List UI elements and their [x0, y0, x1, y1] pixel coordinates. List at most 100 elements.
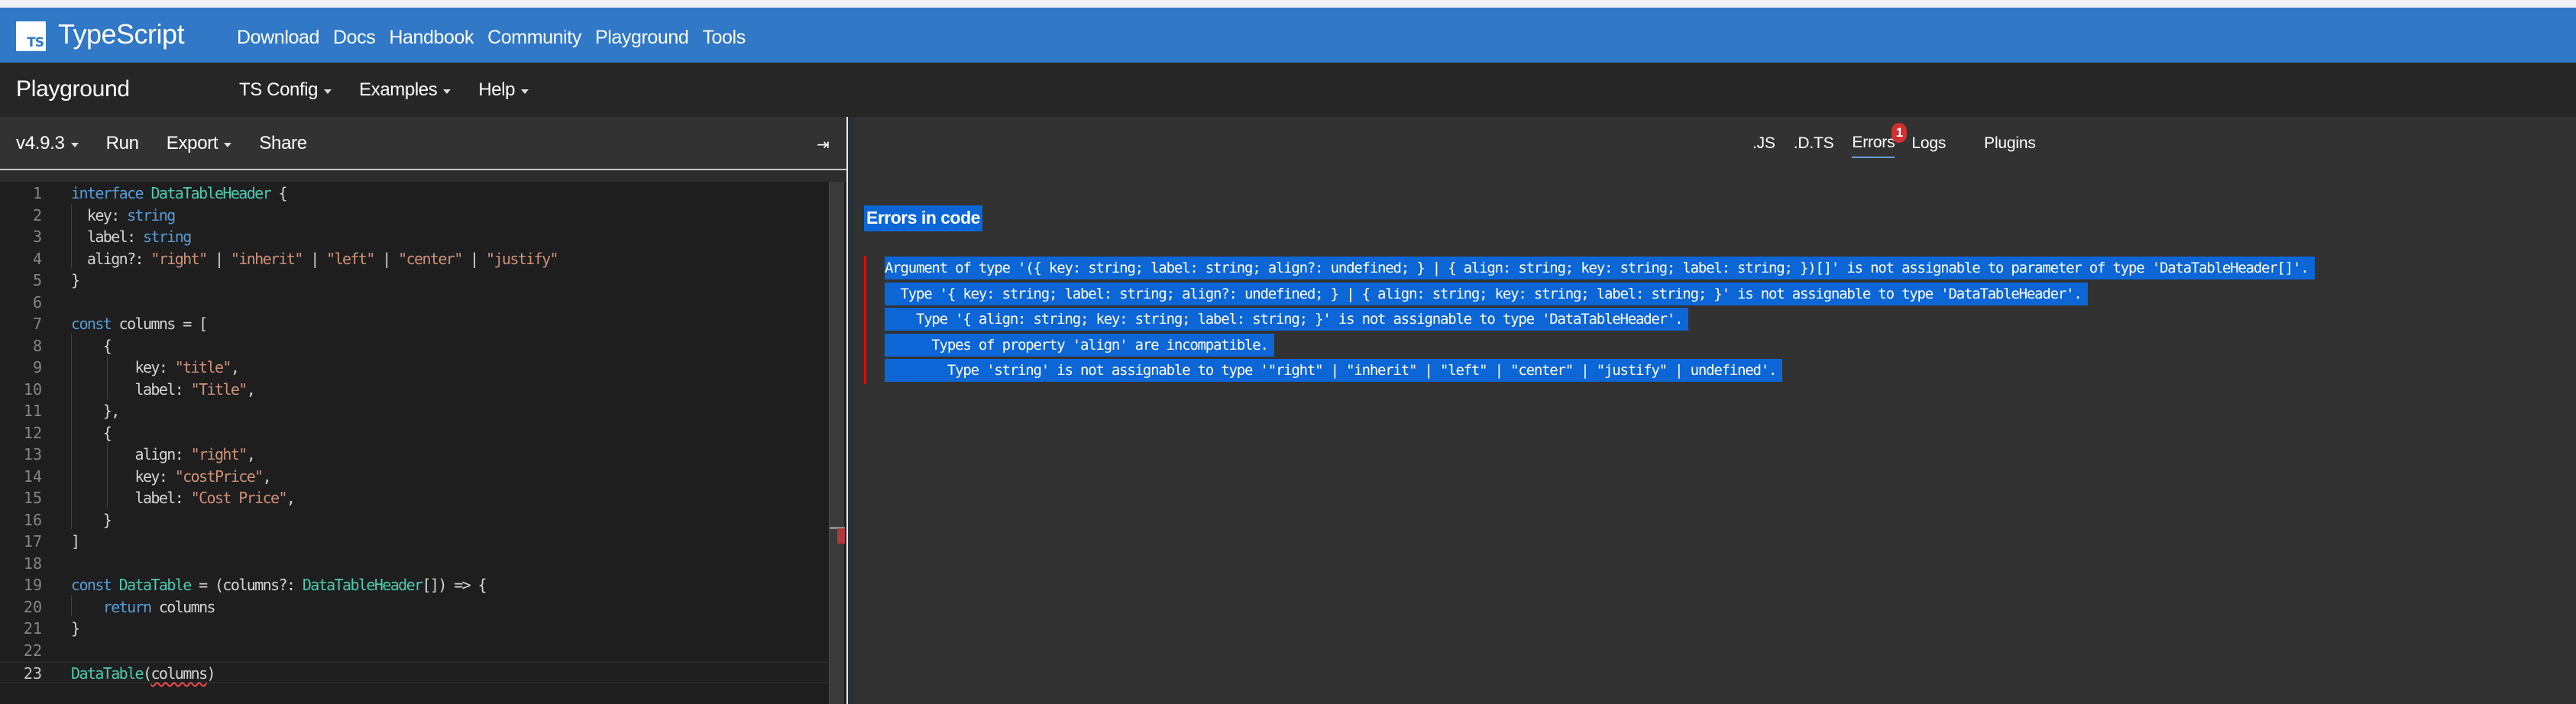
line-number: 9: [32, 358, 42, 376]
code-line[interactable]: 13 align: "right",: [0, 444, 829, 466]
code-line[interactable]: 6: [0, 292, 829, 314]
tab-dts[interactable]: .D.TS: [1794, 134, 1834, 157]
main-nav: Download Docs Handbook Community Playgro…: [237, 27, 746, 49]
export-label: Export: [166, 133, 218, 153]
examples-label: Examples: [359, 79, 438, 100]
nav-community[interactable]: Community: [487, 27, 581, 49]
share-label: Share: [259, 133, 307, 153]
error-marker[interactable]: [837, 528, 845, 544]
run-label: Run: [105, 133, 139, 153]
share-button[interactable]: Share: [259, 133, 307, 154]
line-number: 19: [23, 576, 42, 594]
error-line: Type '{ align: string; key: string; labe…: [885, 307, 2315, 333]
tab-logs[interactable]: Logs: [1911, 134, 1946, 157]
collapse-sidebar-icon[interactable]: ⇥: [817, 135, 830, 154]
code-line[interactable]: 22: [0, 640, 829, 662]
code-text: }: [71, 271, 80, 289]
error-count-badge: 1: [1892, 123, 1908, 143]
sidebar-tabs: .JS .D.TS Errors 1 Logs Plugins: [1752, 123, 2054, 158]
nav-docs[interactable]: Docs: [333, 27, 376, 49]
output-sidebar: .JS .D.TS Errors 1 Logs Plugins Errors in…: [854, 117, 2576, 704]
code-line[interactable]: 7 const columns = [: [0, 313, 829, 335]
toolbar-items: v4.9.3 Run Export Share: [16, 133, 307, 154]
code-text: DataTable(columns): [71, 664, 216, 683]
error-line-text: Type '{ key: string; label: string; alig…: [885, 282, 2088, 305]
line-number: 14: [23, 467, 42, 486]
code-line[interactable]: 18: [0, 553, 829, 575]
playground-nav: Playground TS Config Examples Help: [0, 63, 2576, 117]
code-text: ]: [71, 532, 80, 551]
code-line[interactable]: 1 interface DataTableHeader {: [0, 182, 829, 205]
code-editor[interactable]: 1 interface DataTableHeader {2 key: strin…: [0, 182, 846, 704]
code-line[interactable]: 9 key: "title",: [0, 357, 829, 379]
playground-menus: TS Config Examples Help: [239, 79, 529, 101]
line-number: 16: [23, 510, 42, 529]
code-text: }: [71, 510, 112, 529]
line-number: 20: [23, 597, 42, 616]
code-line[interactable]: 17]: [0, 531, 829, 553]
error-line-text: Type '{ align: string; key: string; labe…: [885, 308, 1689, 331]
chevron-down-icon: [521, 89, 529, 94]
nav-playground[interactable]: Playground: [595, 27, 689, 49]
code-line[interactable]: 19 const DataTable = (columns?: DataTable…: [0, 574, 829, 596]
export-menu[interactable]: Export: [167, 133, 232, 154]
code-line[interactable]: 21}: [0, 618, 829, 640]
code-line[interactable]: 12 {: [0, 422, 829, 444]
code-text: {: [71, 336, 112, 355]
code-text: }: [71, 619, 80, 638]
line-number: 17: [23, 532, 42, 551]
code-line[interactable]: 10 label: "Title",: [0, 379, 829, 401]
code-line[interactable]: 14 key: "costPrice",: [0, 466, 829, 488]
help-menu[interactable]: Help: [478, 79, 529, 101]
code-text: key: "costPrice",: [71, 467, 272, 486]
ts-config-label: TS Config: [239, 79, 319, 100]
version-select[interactable]: v4.9.3: [16, 133, 79, 154]
error-message[interactable]: Argument of type '({ key: string; label:…: [885, 256, 2315, 384]
line-number: 6: [32, 292, 42, 312]
code-line[interactable]: 4 align?: "right" | "inherit" | "left" |…: [0, 248, 829, 270]
code-text: align?: "right" | "inherit" | "left" | "…: [71, 249, 559, 268]
code-line[interactable]: 15 label: "Cost Price",: [0, 487, 829, 509]
code-line[interactable]: 5}: [0, 270, 829, 292]
tab-js[interactable]: .JS: [1752, 134, 1775, 157]
line-number: 1: [32, 184, 42, 202]
typescript-logo-icon[interactable]: TS: [16, 21, 46, 51]
line-number: 23: [23, 664, 42, 683]
error-indicator-bar: [864, 256, 866, 384]
code-line[interactable]: 2 key: string: [0, 205, 829, 227]
code-line[interactable]: 3 label: string: [0, 226, 829, 248]
nav-handbook[interactable]: Handbook: [389, 27, 474, 49]
chevron-down-icon: [443, 89, 451, 94]
brand-name[interactable]: TypeScript: [58, 18, 185, 50]
code-text: {: [71, 423, 112, 442]
error-line: Types of property 'align' are incompatib…: [885, 333, 2315, 359]
code-text: key: "title",: [71, 358, 240, 376]
line-number: 4: [32, 249, 42, 268]
error-line-text: Types of property 'align' are incompatib…: [885, 333, 1274, 357]
code-text: const columns = [: [71, 315, 208, 333]
error-line: Type '{ key: string; label: string; alig…: [885, 282, 2315, 308]
line-number: 18: [23, 554, 42, 573]
ts-config-menu[interactable]: TS Config: [239, 79, 332, 101]
run-button[interactable]: Run: [106, 133, 139, 154]
code-text: align: "right",: [71, 445, 256, 463]
code-line[interactable]: 8 {: [0, 335, 829, 357]
code-line[interactable]: 11 },: [0, 400, 829, 422]
examples-menu[interactable]: Examples: [359, 79, 451, 101]
chevron-down-icon: [324, 89, 332, 94]
code-line[interactable]: 20 return columns: [0, 596, 829, 618]
line-number: 5: [32, 271, 42, 289]
version-label: v4.9.3: [16, 133, 65, 153]
error-line: Argument of type '({ key: string; label:…: [885, 256, 2315, 282]
code-line[interactable]: 23 DataTable(columns): [0, 661, 829, 683]
line-number: 13: [23, 445, 42, 463]
tab-errors[interactable]: Errors 1: [1852, 123, 1908, 158]
code-line[interactable]: 16 }: [0, 509, 829, 531]
line-number: 10: [23, 379, 42, 399]
error-line-text: Argument of type '({ key: string; label:…: [885, 257, 2315, 279]
page-title: Playground: [16, 76, 130, 102]
nav-download[interactable]: Download: [237, 27, 319, 49]
nav-tools[interactable]: Tools: [702, 27, 746, 49]
tab-plugins[interactable]: Plugins: [1984, 134, 2036, 157]
editor-scrollbar[interactable]: [829, 182, 845, 704]
